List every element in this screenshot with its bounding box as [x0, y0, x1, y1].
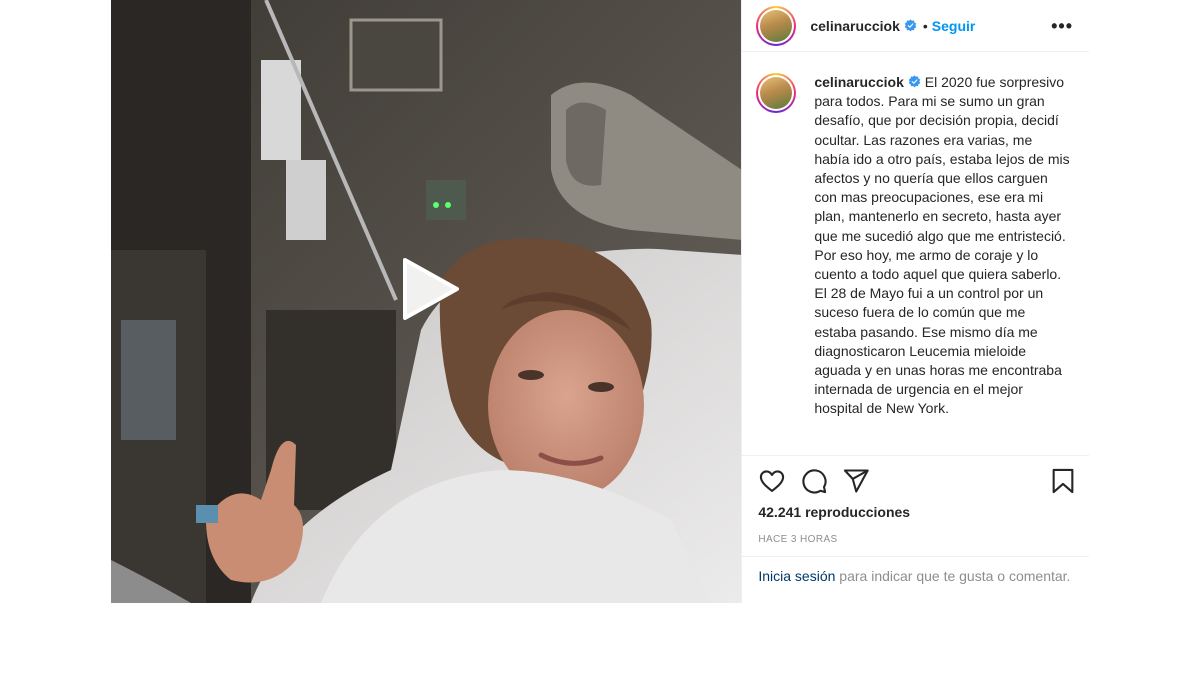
avatar-image [760, 9, 793, 42]
caption-username[interactable]: celinarucciok [814, 74, 904, 90]
verified-badge-icon [908, 75, 921, 88]
verified-badge-icon [904, 19, 917, 32]
send-icon[interactable] [842, 467, 870, 495]
heart-icon[interactable] [758, 467, 786, 495]
avatar-ring [758, 7, 795, 44]
post-video[interactable] [111, 0, 742, 603]
post-timestamp[interactable]: HACE 3 HORAS [742, 534, 1089, 545]
follow-button[interactable]: Seguir [932, 18, 976, 34]
play-icon[interactable] [391, 252, 465, 326]
avatar[interactable] [756, 5, 797, 46]
avatar-image [760, 77, 793, 109]
avatar-ring [758, 75, 795, 111]
login-prompt: Inicia sesión para indicar que te gusta … [742, 556, 1090, 586]
separator-dot: • [922, 17, 928, 34]
view-count[interactable]: 42.241 reproducciones [742, 504, 1089, 520]
action-icons [742, 456, 1089, 506]
like-button[interactable] [758, 467, 786, 495]
post-side-panel: celinarucciok • Seguir ••• celinarucciok… [741, 0, 1090, 603]
post-actions: 42.241 reproducciones HACE 3 HORAS Inici… [742, 455, 1090, 603]
username-link[interactable]: celinarucciok [810, 18, 900, 34]
bookmark-icon[interactable] [1049, 467, 1077, 495]
login-prompt-text: para indicar que te gusta o comentar. [835, 568, 1071, 584]
caption-text: celinarucciok El 2020 fue sorpresivo par… [814, 73, 1070, 419]
share-button[interactable] [842, 467, 870, 495]
save-button[interactable] [1049, 467, 1077, 495]
login-link[interactable]: Inicia sesión [758, 568, 835, 584]
play-button[interactable] [391, 252, 465, 326]
caption-avatar[interactable] [756, 73, 797, 113]
instagram-post-embed: celinarucciok • Seguir ••• celinarucciok… [111, 0, 1090, 603]
caption-body: El 2020 fue sorpresivo para todos. Para … [814, 74, 1070, 417]
caption-area: celinarucciok El 2020 fue sorpresivo par… [742, 53, 1089, 455]
post-header: celinarucciok • Seguir ••• [742, 0, 1089, 52]
more-options-icon[interactable]: ••• [1051, 17, 1073, 35]
comment-button[interactable] [800, 467, 828, 495]
caption-row: celinarucciok El 2020 fue sorpresivo par… [742, 53, 1089, 419]
comment-icon[interactable] [800, 467, 828, 495]
